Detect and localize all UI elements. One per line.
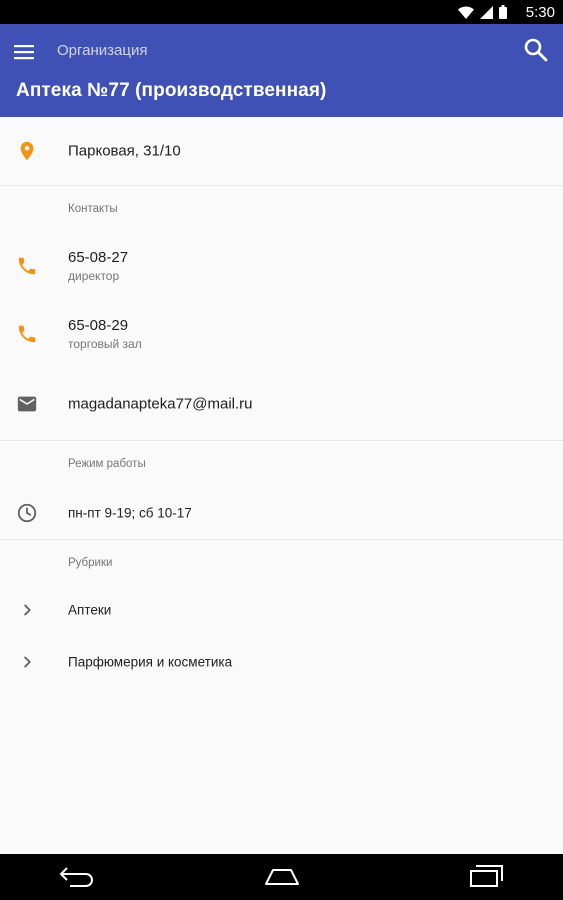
rubrics-section-header: Рубрики xyxy=(0,540,563,584)
contacts-section-header: Контакты xyxy=(0,186,563,232)
phone-number: 65-08-29 xyxy=(68,317,129,334)
phone-number: 65-08-27 xyxy=(68,249,129,266)
wifi-icon xyxy=(458,5,474,19)
address-row[interactable]: Парковая, 31/10 xyxy=(0,117,563,185)
section-label: Организация xyxy=(57,42,148,59)
signal-icon xyxy=(480,5,493,19)
back-button[interactable] xyxy=(58,864,94,893)
location-pin-icon xyxy=(20,141,34,161)
recent-apps-button[interactable] xyxy=(468,864,504,893)
rubric-item[interactable]: Аптеки xyxy=(0,584,563,636)
back-icon xyxy=(59,867,93,887)
hours-text: пн-пт 9-19; сб 10-17 xyxy=(68,505,192,521)
home-icon xyxy=(265,869,299,885)
chevron-right-icon xyxy=(24,604,31,616)
organization-details: Парковая, 31/10 Контакты 65-08-27 директ… xyxy=(0,117,563,688)
phone-row-director[interactable]: 65-08-27 директор xyxy=(0,232,563,300)
hours-section-header: Режим работы xyxy=(0,441,563,487)
home-button[interactable] xyxy=(263,864,301,893)
battery-icon xyxy=(499,5,507,19)
phone-label: директор xyxy=(68,269,120,283)
phone-label: торговый зал xyxy=(68,337,142,351)
rubric-label: Аптеки xyxy=(68,602,112,618)
status-icons xyxy=(458,5,507,19)
address-text: Парковая, 31/10 xyxy=(68,142,181,160)
email-text: magadanapteka77@mail.ru xyxy=(68,395,253,413)
phone-row-sales-floor[interactable]: 65-08-29 торговый зал xyxy=(0,300,563,368)
hamburger-menu-icon[interactable] xyxy=(14,40,42,64)
app-bar: Организация Аптека №77 (производственная… xyxy=(0,24,563,117)
email-icon xyxy=(17,396,37,412)
hours-header: Режим работы xyxy=(68,458,146,470)
status-time: 5:30 xyxy=(525,4,555,21)
phone-icon xyxy=(18,325,36,343)
chevron-right-icon xyxy=(24,656,31,668)
hours-row: пн-пт 9-19; сб 10-17 xyxy=(0,487,563,539)
rubric-label: Парфюмерия и косметика xyxy=(68,654,233,670)
status-bar: 5:30 xyxy=(0,0,563,24)
page-title: Аптека №77 (производственная) xyxy=(16,80,327,101)
rubric-item[interactable]: Парфюмерия и косметика xyxy=(0,636,563,688)
phone-icon xyxy=(18,257,36,275)
contacts-header: Контакты xyxy=(68,203,118,215)
navigation-bar xyxy=(0,854,563,900)
search-icon[interactable] xyxy=(523,37,551,65)
recent-apps-icon xyxy=(470,865,503,887)
rubrics-header: Рубрики xyxy=(68,557,113,569)
email-row[interactable]: magadanapteka77@mail.ru xyxy=(0,368,563,440)
clock-icon xyxy=(17,503,37,523)
